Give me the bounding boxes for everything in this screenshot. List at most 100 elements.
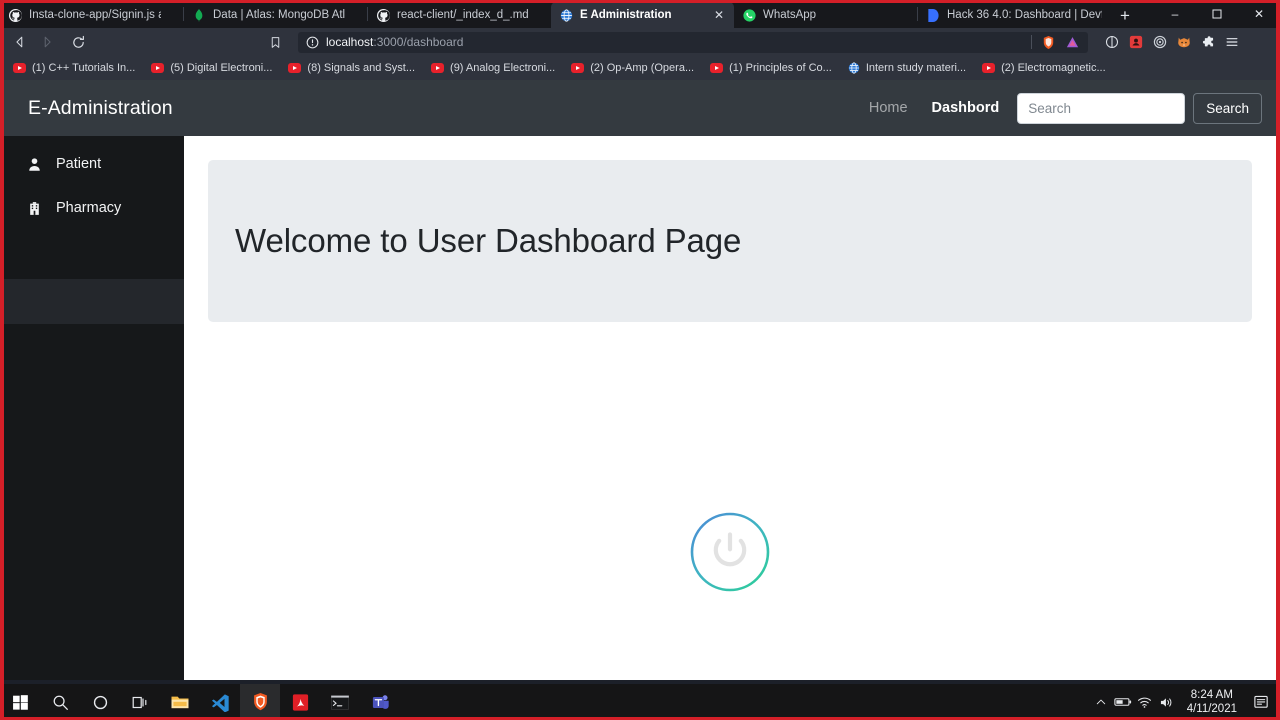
- hospital-building-icon: [26, 201, 42, 216]
- taskbar: 8:24 AM 4/11/2021: [0, 684, 1280, 720]
- browser-tab[interactable]: WhatsApp: [734, 2, 917, 28]
- youtube-icon: [571, 63, 585, 73]
- bookmarks-bar: (1) C++ Tutorials In... (5) Digital Elec…: [0, 56, 1280, 80]
- bookmark-item[interactable]: (8) Signals and Syst...: [281, 60, 422, 76]
- acrobat-icon[interactable]: [280, 684, 320, 720]
- tab-title: react-client/_index_d_.md at mast: [397, 9, 529, 21]
- notification-icon[interactable]: [1246, 684, 1276, 720]
- tab-title: WhatsApp: [763, 9, 817, 21]
- screen: Insta-clone-app/Signin.js at maste Data …: [0, 0, 1280, 720]
- teams-icon[interactable]: [360, 684, 400, 720]
- chevron-up-icon[interactable]: [1090, 684, 1112, 720]
- person-icon: [26, 157, 42, 172]
- app-header: E-Administration Home Dashbord Search: [4, 80, 1276, 136]
- globe-icon: [848, 62, 860, 74]
- header-nav: Home Dashbord Search: [857, 92, 1262, 124]
- browser-tab-active[interactable]: E Administration ✕: [551, 2, 734, 28]
- cortana-circle-icon[interactable]: [80, 684, 120, 720]
- bookmark-label: (2) Op-Amp (Opera...: [590, 62, 695, 74]
- bookmark-icon[interactable]: [263, 30, 287, 54]
- puzzle-icon[interactable]: [1201, 35, 1215, 49]
- brave-shield-icon[interactable]: [1041, 35, 1056, 50]
- youtube-icon: [288, 63, 302, 73]
- bookmark-label: (5) Digital Electroni...: [170, 62, 273, 74]
- new-tab-button[interactable]: +: [1111, 2, 1139, 28]
- browser-tabstrip: Insta-clone-app/Signin.js at maste Data …: [0, 0, 1280, 28]
- browser-tab[interactable]: Hack 36 4.0: Dashboard | Devfolio: [918, 2, 1111, 28]
- brave-rewards-icon[interactable]: [1065, 35, 1080, 50]
- url-host: localhost: [326, 35, 374, 49]
- tab-title: E Administration: [580, 9, 672, 21]
- bookmark-label: (1) Principles of Co...: [729, 62, 832, 74]
- maximize-button[interactable]: [1196, 0, 1238, 28]
- fox-extension-icon[interactable]: [1177, 35, 1191, 49]
- battery-icon[interactable]: [1112, 684, 1134, 720]
- task-view-icon[interactable]: [120, 684, 160, 720]
- divider: [1031, 35, 1032, 49]
- browser-menu-icon[interactable]: [1225, 35, 1239, 49]
- reload-icon[interactable]: [66, 30, 90, 54]
- nav-link-dashbord[interactable]: Dashbord: [920, 92, 1012, 124]
- bookmark-item[interactable]: (1) C++ Tutorials In...: [6, 60, 142, 76]
- browser-tab[interactable]: react-client/_index_d_.md at mast: [368, 2, 551, 28]
- split-circle-icon[interactable]: [1105, 35, 1119, 49]
- welcome-heading: Welcome to User Dashboard Page: [235, 222, 742, 259]
- bookmark-item[interactable]: (1) Principles of Co...: [703, 60, 839, 76]
- whatsapp-icon: [742, 8, 756, 22]
- volume-icon[interactable]: [1156, 684, 1178, 720]
- sidebar-item-patient[interactable]: Patient: [4, 142, 184, 186]
- youtube-icon: [710, 63, 724, 73]
- bookmark-item[interactable]: (2) Op-Amp (Opera...: [564, 60, 701, 76]
- page-title[interactable]: E-Administration: [28, 97, 173, 120]
- search-icon[interactable]: [40, 684, 80, 720]
- extension-icons: [1105, 35, 1243, 49]
- tab-title: Data | Atlas: MongoDB Atlas: [213, 9, 345, 21]
- address-bar-actions: [1031, 35, 1080, 50]
- close-icon[interactable]: ✕: [712, 8, 726, 22]
- minimize-button[interactable]: –: [1154, 0, 1196, 28]
- power-loading-spinner: [689, 511, 771, 598]
- clock-date: 4/11/2021: [1186, 703, 1237, 715]
- not-secure-icon[interactable]: [306, 36, 319, 49]
- terminal-icon[interactable]: [320, 684, 360, 720]
- taskbar-clock[interactable]: 8:24 AM 4/11/2021: [1178, 688, 1246, 716]
- folder-icon[interactable]: [160, 684, 200, 720]
- sidebar-highlight-band[interactable]: [4, 279, 184, 324]
- browser-tab[interactable]: Data | Atlas: MongoDB Atlas: [184, 2, 367, 28]
- mongodb-icon: [192, 8, 206, 22]
- search-input[interactable]: [1017, 92, 1186, 124]
- bookmark-item[interactable]: (9) Analog Electroni...: [424, 60, 562, 76]
- vscode-icon[interactable]: [200, 684, 240, 720]
- bookmark-item[interactable]: (5) Digital Electroni...: [144, 60, 279, 76]
- close-button[interactable]: ✕: [1238, 0, 1280, 28]
- sidebar-item-label: Pharmacy: [56, 200, 122, 216]
- brave-icon[interactable]: [240, 684, 280, 720]
- tab-title: Insta-clone-app/Signin.js at maste: [29, 9, 161, 21]
- browser-tab[interactable]: Insta-clone-app/Signin.js at maste: [0, 2, 183, 28]
- bookmark-item[interactable]: Intern study materi...: [841, 60, 973, 76]
- search-button[interactable]: Search: [1193, 92, 1262, 124]
- wifi-icon[interactable]: [1134, 684, 1156, 720]
- back-arrow-icon[interactable]: [8, 30, 32, 54]
- address-bar[interactable]: localhost:3000/dashboard: [298, 31, 1088, 53]
- start-button[interactable]: [0, 684, 40, 720]
- sidebar-item-pharmacy[interactable]: Pharmacy: [4, 186, 184, 230]
- bookmark-label: (1) C++ Tutorials In...: [32, 62, 136, 74]
- page-body: Patient Pharmacy Welcome to User Dashboa…: [4, 136, 1276, 680]
- bookmark-label: (9) Analog Electroni...: [450, 62, 556, 74]
- bookmark-item[interactable]: (2) Electromagnetic...: [975, 60, 1113, 76]
- devfolio-icon: [926, 8, 940, 22]
- target-extension-icon[interactable]: [1153, 35, 1167, 49]
- bookmark-label: Intern study materi...: [865, 62, 967, 74]
- forward-arrow-icon: [35, 30, 59, 54]
- youtube-icon: [13, 63, 26, 73]
- globe-icon: [559, 8, 573, 22]
- nav-link-home[interactable]: Home: [857, 92, 920, 124]
- bookmark-label: (2) Electromagnetic...: [1001, 62, 1106, 74]
- window-controls: – ✕: [1154, 0, 1280, 28]
- red-badge-extension-icon[interactable]: [1129, 35, 1143, 49]
- github-icon: [8, 8, 22, 22]
- bookmark-label: (8) Signals and Syst...: [307, 62, 416, 74]
- url-text: localhost:3000/dashboard: [326, 35, 463, 49]
- main-content: Welcome to User Dashboard Page: [184, 136, 1276, 680]
